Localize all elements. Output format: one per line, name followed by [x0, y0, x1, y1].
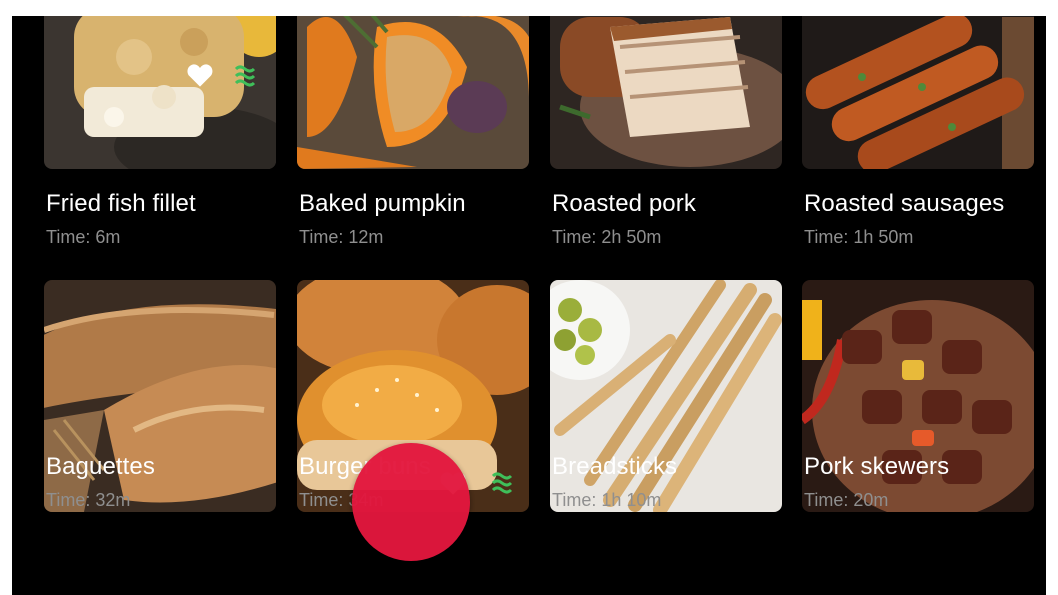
recipe-time: Time: 32m [46, 490, 131, 510]
recipe-time: Time: 1h 50m [804, 227, 914, 247]
recipe-card-fried-fish-fillet[interactable]: Fried fish fillet Time: 6m [44, 16, 276, 306]
recipe-time: Time: 20m [804, 490, 889, 510]
recipe-title: Pork skewers [804, 453, 950, 480]
recipe-card-baked-pumpkin[interactable]: Baked pumpkin Time: 12m [297, 16, 529, 306]
recipe-image-fried-fish-fillet [44, 16, 276, 169]
recipe-title: Roasted pork [552, 190, 696, 217]
recipe-title: Baguettes [46, 453, 155, 480]
floating-action-button[interactable] [352, 443, 470, 561]
recipe-card-roasted-sausages[interactable]: Roasted sausages Time: 1h 50m [802, 16, 1034, 306]
recipe-image-roasted-pork [550, 16, 782, 169]
recipe-card-breadsticks[interactable]: Breadsticks Time: 1h 10m [550, 280, 782, 570]
heart-icon[interactable] [186, 62, 214, 88]
recipe-time: Time: 2h 50m [552, 227, 662, 247]
green-waves-icon [491, 472, 513, 494]
green-waves-icon [234, 65, 256, 87]
recipe-time: Time: 1h 10m [552, 490, 662, 510]
recipe-title: Breadsticks [552, 453, 678, 480]
recipe-time: Time: 12m [299, 227, 384, 247]
recipe-time: Time: 6m [46, 227, 121, 247]
recipe-card-baguettes[interactable]: Baguettes Time: 32m [44, 280, 276, 570]
recipe-image-baked-pumpkin [297, 16, 529, 169]
recipe-card-pork-skewers[interactable]: Pork skewers Time: 20m [802, 280, 1034, 570]
recipe-image-roasted-sausages [802, 16, 1034, 169]
recipe-card-roasted-pork[interactable]: Roasted pork Time: 2h 50m [550, 16, 782, 306]
recipe-title: Baked pumpkin [299, 190, 466, 217]
recipe-title: Fried fish fillet [46, 190, 196, 217]
recipe-title: Roasted sausages [804, 190, 1005, 217]
recipe-grid-screen: Fried fish fillet Time: 6m Baked pumpkin… [12, 16, 1046, 595]
